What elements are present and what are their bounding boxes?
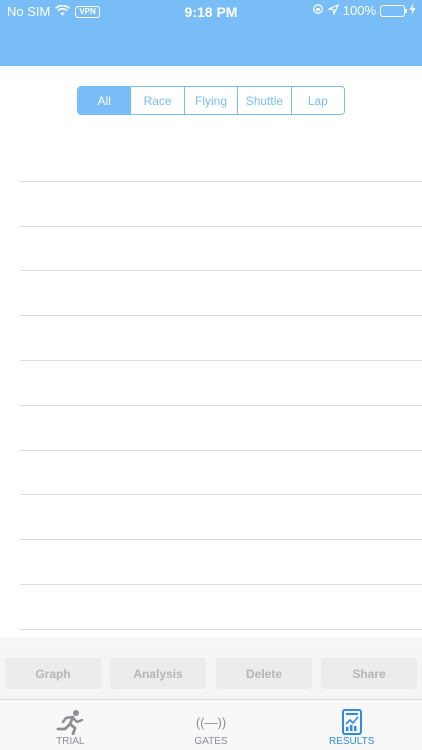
header-bar: No SIM VPN 9:18 PM 100% — [0, 0, 422, 66]
gates-glyph: ((—)) — [195, 714, 227, 730]
tab-trial[interactable]: TRIAL — [0, 700, 141, 750]
segment-race[interactable]: Race — [130, 87, 184, 114]
list-item[interactable] — [20, 540, 422, 585]
segment-shuttle[interactable]: Shuttle — [237, 87, 291, 114]
list-item[interactable] — [20, 361, 422, 406]
tab-results-label: RESULTS — [328, 736, 375, 747]
delete-button[interactable]: Delete — [216, 658, 312, 689]
tab-gates-label: GATES — [194, 736, 228, 747]
list-item[interactable] — [20, 182, 422, 227]
share-button[interactable]: Share — [321, 658, 417, 689]
list-item[interactable] — [20, 227, 422, 272]
graph-button[interactable]: Graph — [5, 658, 101, 689]
gates-signal-icon: ((—)) — [196, 708, 226, 736]
segment-lap[interactable]: Lap — [290, 87, 344, 114]
results-list[interactable] — [20, 137, 422, 630]
segment-all[interactable]: All — [78, 87, 131, 114]
list-item[interactable] — [20, 495, 422, 541]
list-item[interactable] — [20, 406, 422, 451]
list-item[interactable] — [20, 316, 422, 361]
orientation-lock-icon — [312, 3, 324, 18]
list-item[interactable] — [20, 137, 422, 182]
tab-bar: TRIAL ((—)) GATES RESULTS — [0, 699, 422, 750]
tab-results[interactable]: RESULTS — [281, 700, 422, 750]
segment-flying[interactable]: Flying — [183, 87, 238, 114]
status-bar: No SIM VPN 9:18 PM 100% — [0, 0, 422, 22]
battery-icon — [380, 4, 407, 17]
list-item[interactable] — [20, 585, 422, 630]
tab-gates[interactable]: ((—)) GATES — [141, 700, 282, 750]
action-bar: Graph Analysis Delete Share — [0, 637, 422, 699]
action-bar-divider — [0, 637, 422, 648]
list-item[interactable] — [20, 451, 422, 496]
runner-icon — [54, 708, 86, 736]
status-right: 100% — [312, 3, 416, 18]
charging-bolt-icon — [409, 3, 416, 18]
location-arrow-icon — [326, 3, 339, 18]
results-report-icon — [341, 708, 363, 736]
filter-segmented-control: All Race Flying Shuttle Lap — [77, 86, 345, 115]
tab-trial-label: TRIAL — [56, 736, 85, 747]
list-item[interactable] — [20, 271, 422, 317]
analysis-button[interactable]: Analysis — [110, 658, 206, 689]
battery-percent: 100% — [342, 3, 376, 18]
